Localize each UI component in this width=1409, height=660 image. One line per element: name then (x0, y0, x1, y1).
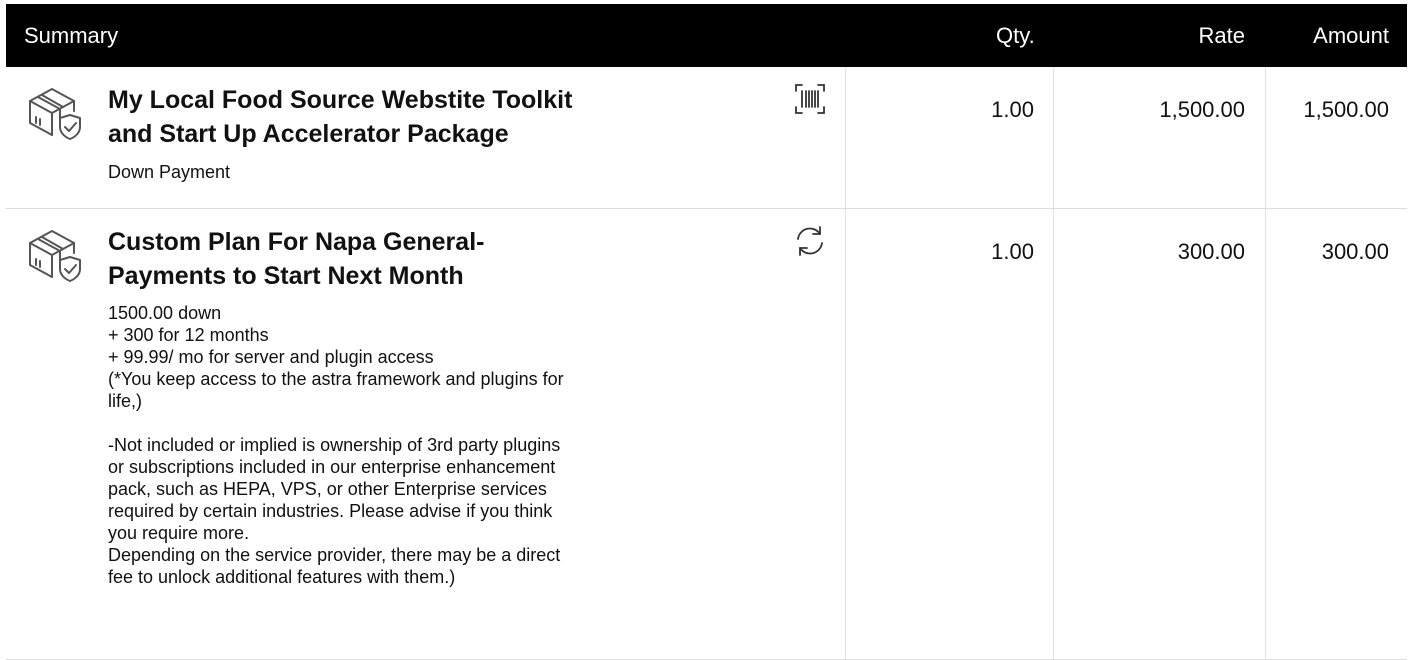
barcode-icon[interactable] (792, 81, 828, 117)
column-divider (1053, 209, 1054, 659)
column-divider (1265, 67, 1266, 208)
column-divider (845, 209, 846, 659)
item-qty: 1.00 (991, 97, 1034, 122)
column-divider (1265, 209, 1266, 659)
table-header: Summary Qty. Rate Amount (6, 4, 1407, 67)
item-title: My Local Food Source Webstite Toolkit an… (108, 83, 572, 151)
item-rate: 1,500.00 (1159, 97, 1245, 122)
item-amount: 300.00 (1321, 239, 1389, 264)
item-amount: 1,500.00 (1303, 97, 1389, 122)
package-shield-icon (29, 88, 81, 140)
header-amount: Amount (1313, 23, 1389, 48)
table-row: Custom Plan For Napa General- Payments t… (6, 209, 1407, 660)
column-divider (1053, 67, 1054, 208)
item-title-line: Custom Plan For Napa General- (108, 228, 485, 256)
header-summary: Summary (24, 23, 119, 48)
recurring-icon[interactable] (792, 223, 828, 259)
header-qty: Qty. (996, 23, 1035, 48)
table-row: My Local Food Source Webstite Toolkit an… (6, 67, 1407, 209)
item-title-line: and Start Up Accelerator Package (108, 120, 509, 148)
item-title: Custom Plan For Napa General- Payments t… (108, 225, 484, 293)
package-shield-icon (29, 230, 81, 282)
item-rate: 300.00 (1177, 239, 1245, 264)
column-divider (845, 67, 846, 208)
header-rate: Rate (1198, 23, 1245, 48)
item-title-line: My Local Food Source Webstite Toolkit (108, 86, 573, 114)
summary-table: Summary Qty. Rate Amount My Local Food S… (0, 0, 1409, 660)
item-qty: 1.00 (991, 239, 1034, 264)
item-title-line: Payments to Start Next Month (108, 262, 464, 290)
item-description: 1500.00 down + 300 for 12 months + 99.99… (108, 303, 564, 587)
item-description: Down Payment (108, 162, 231, 182)
